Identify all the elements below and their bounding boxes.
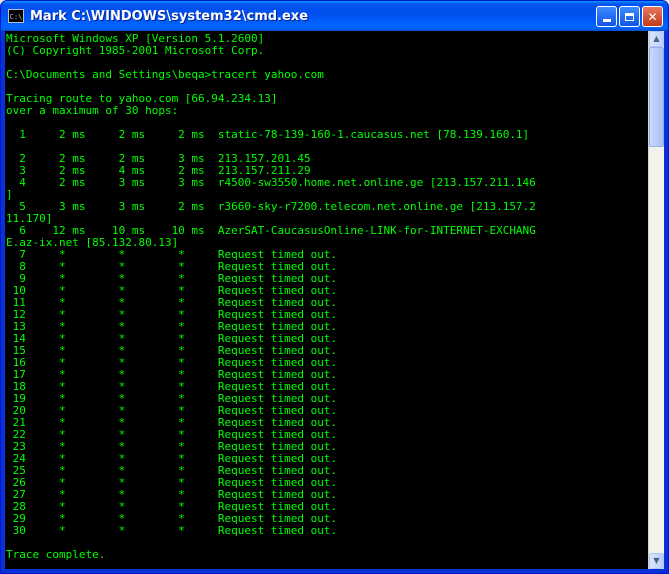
console-output[interactable]: Microsoft Windows XP [Version 5.1.2600](… (5, 31, 651, 571)
console-client-area: Microsoft Windows XP [Version 5.1.2600](… (5, 31, 664, 569)
arrow-up-icon: ▲ (653, 34, 660, 43)
maximize-icon (625, 12, 634, 21)
window-title: Mark C:\WINDOWS\system32\cmd.exe (30, 8, 309, 24)
close-button[interactable]: ✕ (642, 6, 663, 27)
console-line: (C) Copyright 1985-2001 Microsoft Corp. (6, 44, 265, 57)
console-line: Trace complete. (6, 548, 106, 561)
console-line: 4 2 ms 3 ms 3 ms r4500-sw3550.home.net.o… (6, 176, 536, 189)
window-controls: ✕ (596, 6, 663, 27)
console-line: 1 2 ms 2 ms 2 ms static-78-139-160-1.cau… (6, 128, 530, 141)
minimize-button[interactable] (596, 6, 617, 27)
arrow-down-icon: ▼ (653, 556, 660, 565)
scroll-up-button[interactable]: ▲ (649, 31, 664, 47)
console-line: C:\Documents and Settings\beqa>tracert y… (6, 68, 324, 81)
scroll-down-button[interactable]: ▼ (649, 553, 664, 569)
scroll-thumb[interactable] (649, 47, 664, 147)
console-line: over a maximum of 30 hops: (6, 104, 179, 117)
minimize-icon (602, 19, 611, 22)
cmd-window: C:\ Mark C:\WINDOWS\system32\cmd.exe ✕ M… (0, 0, 669, 574)
console-line: 5 3 ms 3 ms 2 ms r3660-sky-r7200.telecom… (6, 200, 536, 213)
maximize-button[interactable] (619, 6, 640, 27)
cmd-app-icon[interactable]: C:\ (8, 9, 24, 23)
title-bar[interactable]: C:\ Mark C:\WINDOWS\system32\cmd.exe ✕ (1, 1, 668, 31)
close-icon: ✕ (647, 9, 658, 24)
vertical-scrollbar[interactable]: ▲ ▼ (648, 31, 664, 569)
console-line: 30 * * * Request timed out. (6, 524, 338, 537)
